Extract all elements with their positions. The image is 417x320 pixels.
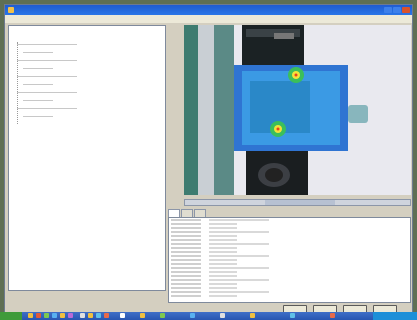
- property-key: [171, 263, 201, 265]
- image-scrollbar[interactable]: [184, 199, 411, 206]
- property-key: [171, 279, 201, 281]
- tree-item[interactable]: [17, 88, 77, 93]
- taskbar-icon[interactable]: [190, 313, 195, 318]
- property-key: [171, 287, 201, 289]
- menu-bar: [5, 15, 412, 23]
- tree-item[interactable]: [23, 112, 53, 117]
- title-bar: [5, 5, 412, 15]
- property-value: [209, 287, 237, 289]
- property-value: [209, 267, 269, 269]
- system-tray[interactable]: [373, 312, 417, 320]
- taskbar-icon[interactable]: [290, 313, 295, 318]
- tree-connector: [17, 42, 19, 124]
- taskbar: [0, 312, 417, 320]
- tree-item[interactable]: [23, 96, 53, 101]
- property-key: [171, 235, 201, 237]
- app-window: [4, 4, 413, 316]
- taskbar-icon[interactable]: [68, 313, 73, 318]
- tree-item[interactable]: [17, 40, 77, 45]
- property-value: [209, 259, 237, 261]
- taskbar-icon[interactable]: [140, 313, 145, 318]
- property-key: [171, 283, 201, 285]
- property-value: [209, 223, 237, 225]
- thermal-image-viewer[interactable]: [184, 25, 411, 195]
- property-key: [171, 291, 201, 293]
- property-value: [209, 251, 237, 253]
- taskbar-icon[interactable]: [120, 313, 125, 318]
- property-key: [171, 239, 201, 241]
- taskbar-icon[interactable]: [36, 313, 41, 318]
- property-key: [171, 247, 201, 249]
- property-value: [209, 247, 237, 249]
- property-key: [171, 259, 201, 261]
- property-value: [209, 279, 269, 281]
- taskbar-icon[interactable]: [28, 313, 33, 318]
- taskbar-icon[interactable]: [160, 313, 165, 318]
- maximize-icon[interactable]: [393, 7, 401, 13]
- scrollbar-thumb[interactable]: [265, 200, 335, 205]
- property-key: [171, 271, 201, 273]
- taskbar-icon[interactable]: [330, 313, 335, 318]
- property-value: [209, 283, 237, 285]
- property-key: [171, 243, 201, 245]
- property-key: [171, 251, 201, 253]
- property-key: [171, 255, 201, 257]
- tree-item[interactable]: [23, 48, 53, 53]
- property-value: [209, 219, 269, 221]
- property-key: [171, 227, 201, 229]
- property-value: [209, 295, 237, 297]
- property-value: [209, 275, 237, 277]
- property-value: [209, 231, 269, 233]
- tree-item[interactable]: [23, 80, 53, 85]
- thermal-image: [184, 25, 411, 195]
- taskbar-icon[interactable]: [80, 313, 85, 318]
- property-value: [209, 255, 269, 257]
- tree-pane[interactable]: [8, 25, 166, 291]
- tab-1[interactable]: [168, 209, 180, 217]
- tree-item[interactable]: [17, 72, 77, 77]
- tab-strip: [168, 209, 207, 217]
- start-button[interactable]: [0, 312, 22, 320]
- tab-2[interactable]: [181, 209, 193, 217]
- property-grid[interactable]: [168, 217, 411, 303]
- property-value: [209, 291, 269, 293]
- taskbar-icon[interactable]: [52, 313, 57, 318]
- tree-item[interactable]: [23, 64, 53, 69]
- property-key: [171, 275, 201, 277]
- taskbar-icon[interactable]: [104, 313, 109, 318]
- taskbar-icon[interactable]: [44, 313, 49, 318]
- tab-3[interactable]: [194, 209, 206, 217]
- taskbar-icon[interactable]: [88, 313, 93, 318]
- taskbar-icon[interactable]: [60, 313, 65, 318]
- tree-item[interactable]: [17, 104, 77, 109]
- property-key: [171, 231, 201, 233]
- tree-item[interactable]: [17, 56, 77, 61]
- close-icon[interactable]: [402, 7, 410, 13]
- property-value: [209, 227, 237, 229]
- property-key: [171, 267, 201, 269]
- property-key: [171, 219, 201, 221]
- property-value: [209, 235, 237, 237]
- property-value: [209, 263, 237, 265]
- taskbar-icon[interactable]: [96, 313, 101, 318]
- app-icon: [8, 7, 14, 13]
- property-value: [209, 271, 237, 273]
- property-value: [209, 243, 269, 245]
- taskbar-icon[interactable]: [250, 313, 255, 318]
- property-value: [209, 239, 237, 241]
- property-key: [171, 223, 201, 225]
- property-row[interactable]: [169, 294, 410, 298]
- minimize-icon[interactable]: [384, 7, 392, 13]
- taskbar-icon[interactable]: [220, 313, 225, 318]
- property-key: [171, 295, 201, 297]
